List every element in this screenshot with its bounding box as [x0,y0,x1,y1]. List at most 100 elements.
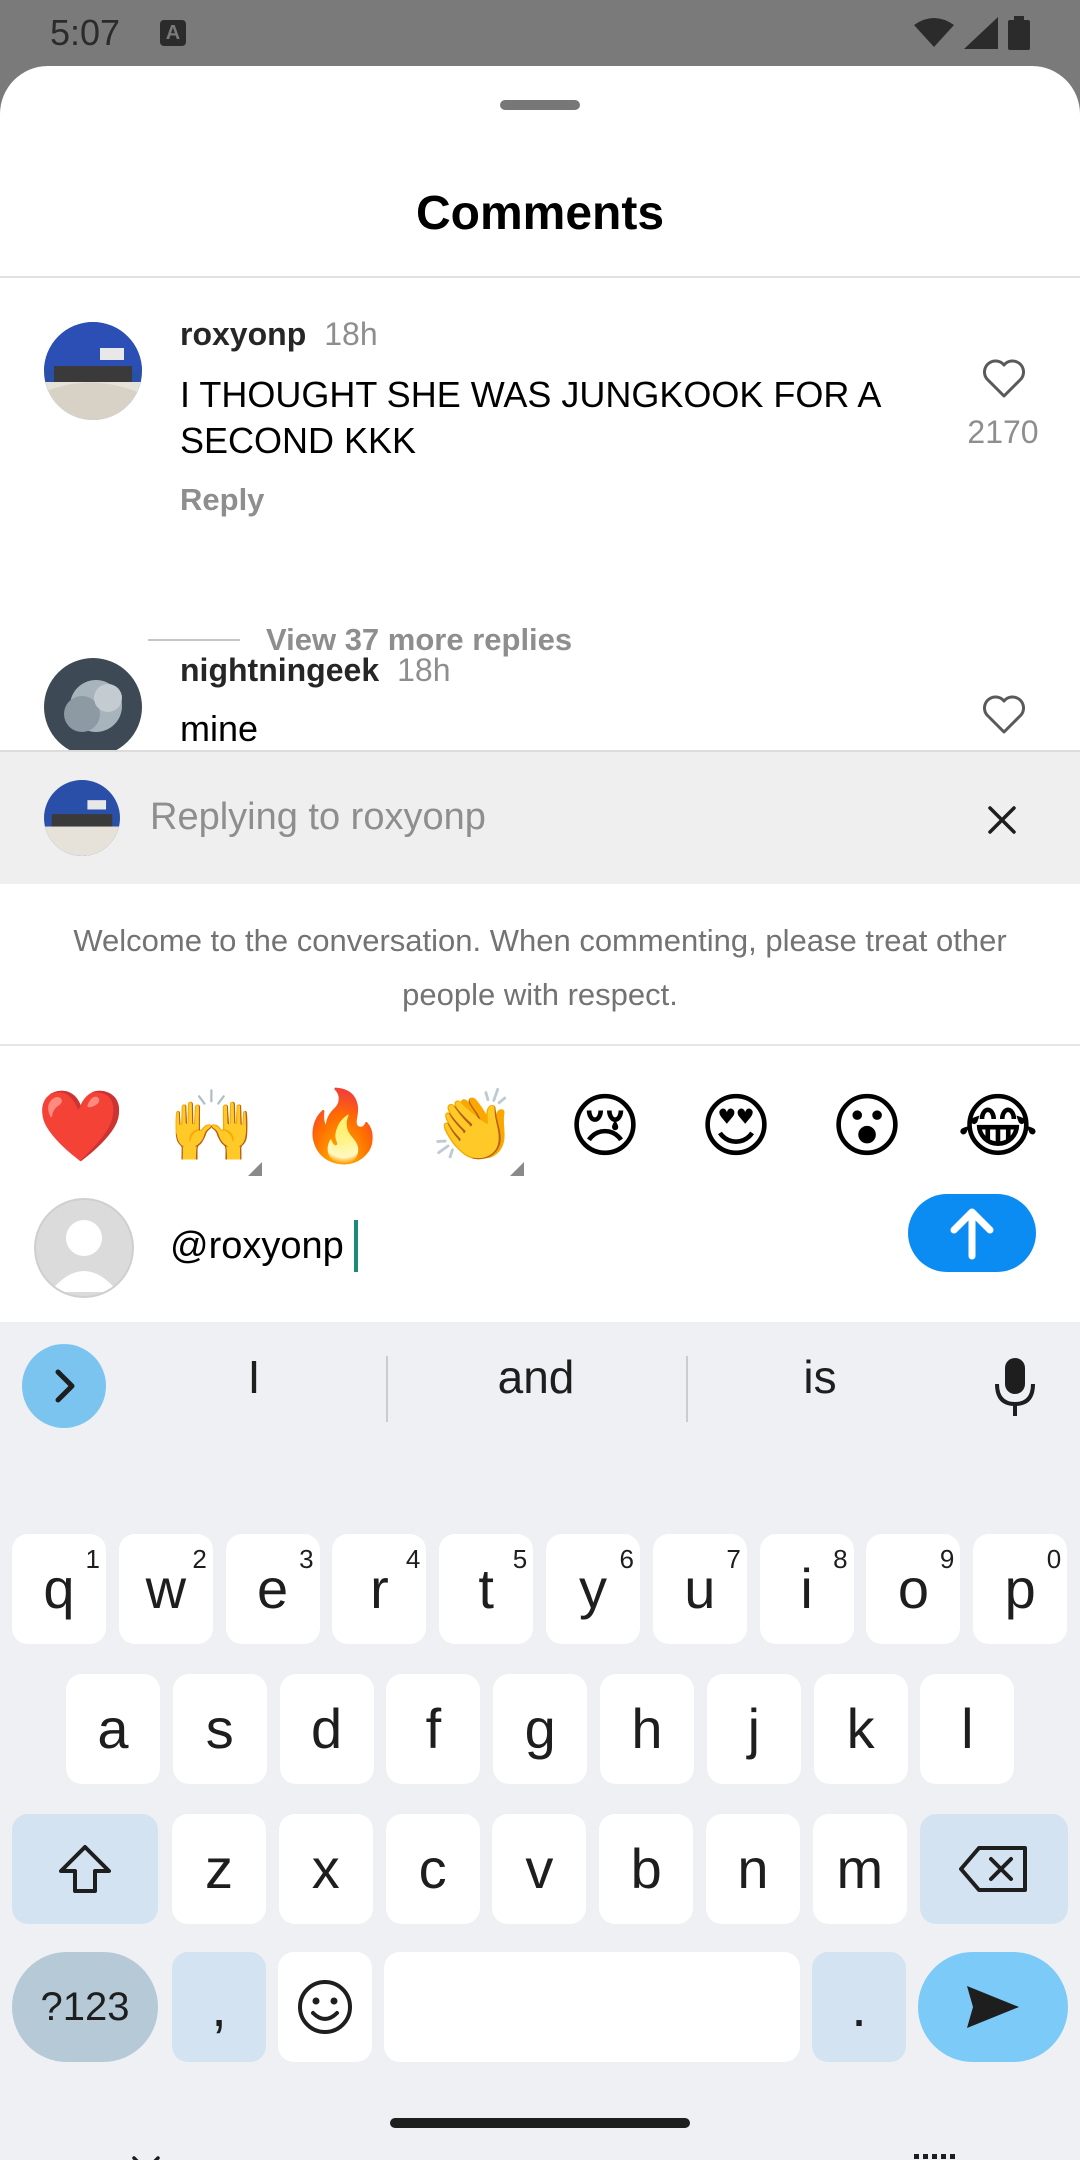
send-key[interactable] [918,1952,1068,2062]
backspace-icon [959,1846,1027,1892]
key-v[interactable]: v [492,1814,587,1924]
comma-key[interactable]: , [172,1952,266,2062]
key-hint: 3 [299,1544,314,1574]
key-e[interactable]: e3 [225,1534,320,1644]
skin-tone-indicator-icon [248,1162,262,1176]
period-key[interactable]: . [812,1952,906,2062]
key-label: p [1004,1557,1036,1620]
key-s[interactable]: s [172,1674,267,1784]
key-hint: 9 [939,1544,955,1574]
key-k[interactable]: k [813,1674,908,1784]
send-icon [967,1986,1019,2028]
drag-handle[interactable] [500,100,580,110]
divider [0,1044,1080,1046]
heart-icon[interactable] [980,354,1028,402]
expand-toolbar-button[interactable] [22,1344,106,1428]
suggestion-1[interactable]: I [124,1350,384,1404]
key-label: t [478,1557,494,1620]
key-label: u [684,1557,716,1620]
status-icons [914,16,1030,50]
replying-label: Replying to roxyonp [150,796,486,838]
status-time: 5:07 [50,12,121,53]
shift-key[interactable] [12,1814,158,1924]
emoji-surprised-face[interactable]: 😮 [817,1076,917,1176]
emoji-raising-hands[interactable]: 🙌 [162,1076,262,1176]
skin-tone-indicator-icon [510,1162,524,1176]
key-w[interactable]: w2 [118,1534,213,1644]
emoji-crying-face[interactable]: 😢 [555,1076,655,1176]
avatar[interactable] [44,658,142,756]
key-label: o [897,1557,929,1620]
key-g[interactable]: g [493,1674,588,1784]
avatar[interactable] [44,322,142,420]
reply-button[interactable]: Reply [180,482,264,518]
close-icon[interactable] [984,802,1020,838]
key-x[interactable]: x [278,1814,373,1924]
comments-sheet: Comments roxyonp 18h I THOUGHT SHE WAS JU… [0,66,1080,2160]
key-y[interactable]: y6 [546,1534,640,1644]
comment-username[interactable]: nightningeek 18h [180,652,451,689]
suggestion-2[interactable]: and [406,1350,666,1404]
emoji-heart-eyes[interactable]: 😍 [686,1076,786,1176]
key-d[interactable]: d [279,1674,374,1784]
key-o[interactable]: o9 [866,1534,961,1644]
sheet-title: Comments [415,187,665,240]
comment-text: mine [180,708,259,749]
shift-icon [59,1845,111,1893]
smiley-icon [298,1980,352,2034]
key-i[interactable]: i8 [759,1534,854,1644]
key-a[interactable]: a [66,1674,160,1784]
heart-icon[interactable] [980,690,1028,738]
microphone-icon[interactable] [990,1356,1040,1418]
key-b[interactable]: b [599,1814,694,1924]
text-caret [353,1220,358,1272]
key-hint: 0 [1046,1544,1062,1574]
comment-input[interactable]: @roxyonp [170,1220,358,1272]
key-hint: 6 [619,1544,634,1574]
wifi-icon [914,18,954,47]
symbols-key[interactable]: ?123 [12,1952,158,2062]
key-n[interactable]: n [706,1814,800,1924]
suggestion-3[interactable]: is [690,1350,950,1404]
key-l[interactable]: l [920,1674,1015,1784]
cell-signal-icon [964,17,998,49]
divider [686,1356,688,1422]
key-p[interactable]: p0 [973,1534,1068,1644]
avatar [44,780,120,856]
emoji-key[interactable] [278,1952,372,2062]
comment-time: 18h [397,652,451,688]
key-label: q [43,1557,75,1620]
key-c[interactable]: c [385,1814,480,1924]
emoji-tears-of-joy[interactable]: 😂 [948,1076,1048,1176]
space-key[interactable] [384,1952,800,2062]
emoji-bar: ❤️ 🙌 🔥 👏 😢 😍 😮 😂 [0,1076,1080,1176]
emoji-red-heart[interactable]: ❤️ [31,1076,131,1176]
keyboard-hide-chevron-icon[interactable] [126,2150,166,2160]
key-t[interactable]: t5 [439,1534,534,1644]
backspace-key[interactable] [920,1814,1068,1924]
home-gesture-bar[interactable] [390,2118,690,2128]
key-m[interactable]: m [812,1814,907,1924]
key-z[interactable]: z [172,1814,266,1924]
comment-text: I THOUGHT SHE WAS JUNGKOOK FOR A SECOND … [180,374,880,461]
emoji-fire[interactable]: 🔥 [293,1076,393,1176]
emoji-clapping-hands[interactable]: 👏 [424,1076,524,1176]
key-r[interactable]: r4 [332,1534,427,1644]
keyboard-switch-icon[interactable] [912,2150,956,2160]
key-hint: 7 [726,1544,741,1574]
key-h[interactable]: h [600,1674,694,1784]
key-hint: 2 [192,1544,207,1574]
key-j[interactable]: j [706,1674,801,1784]
key-hint: 5 [512,1544,528,1574]
soft-keyboard: I and is q1w2e3r4t5y6u7i8o9p0 asdfghjkl … [0,1322,1080,2160]
key-q[interactable]: q1 [12,1534,106,1644]
key-label: y [579,1557,607,1620]
comment-username[interactable]: roxyonp 18h [180,316,378,353]
key-u[interactable]: u7 [652,1534,747,1644]
post-button[interactable] [908,1194,1036,1272]
key-hint: 1 [85,1544,100,1574]
status-bar: 5:07 A [0,0,1080,66]
divider [148,639,240,641]
notification-icon: A [160,20,186,46]
key-f[interactable]: f [386,1674,481,1784]
